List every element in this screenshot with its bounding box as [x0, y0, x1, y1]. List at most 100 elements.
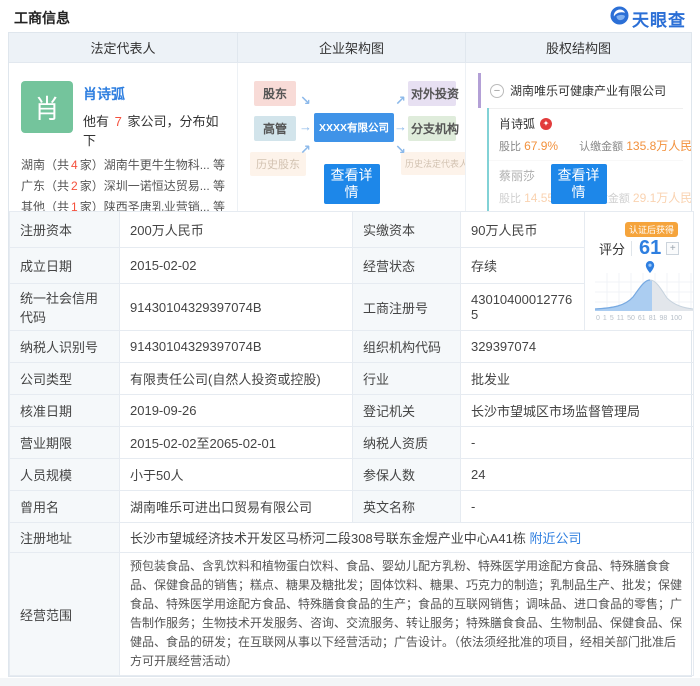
score-expand-button[interactable]: +	[666, 241, 680, 255]
nearby-companies-link[interactable]: 附近公司	[529, 531, 581, 546]
org-node-outbound-investment: 对外投资	[408, 81, 459, 106]
org-chart-cell: 股东 高管 历史股东 XXXX有限公司 对外投资 分支机构 历史法定代表人 ↘ …	[237, 63, 465, 211]
field-value: 430104000127765	[460, 283, 585, 331]
field-label: 登记机关	[352, 394, 461, 427]
org-node-history-shareholders: 历史股东	[250, 152, 306, 176]
view-equity-chart-button[interactable]: 查看详情	[550, 164, 607, 204]
titlebar: 工商信息 天眼查	[0, 0, 700, 32]
table-row: 核准日期 2019-09-26 登记机关 长沙市望城区市场监督管理局	[9, 394, 694, 427]
table-row: 人员规模 小于50人 参保人数 24	[9, 458, 694, 491]
legal-rep-distribution-list: 湖南（共 4 家）湖南牛更牛生物科... 等 广东（共 2 家）深圳一诺恒达贸易... …	[21, 155, 225, 211]
header-equity-chart: 股权结构图	[465, 33, 691, 62]
table-row: 营业期限 2015-02-02至2065-02-01 纳税人资质 -	[9, 426, 694, 459]
arrow-icon: →	[394, 119, 407, 134]
table-row: 注册地址 长沙市望城经济技术开发区马桥河二段308号联东金煜产业中心A41栋 附…	[9, 522, 694, 553]
field-label: 经营范围	[9, 552, 120, 676]
field-value: 329397074	[460, 330, 694, 363]
org-node-executives: 高管	[254, 116, 296, 141]
score-value: 61	[639, 236, 662, 259]
holder-ratio: 67.9%	[524, 139, 559, 153]
equity-root-company: 湖南唯乐可健康产业有限公司	[510, 84, 667, 98]
view-org-chart-button[interactable]: 查看详情	[323, 164, 380, 204]
field-label: 实缴资本	[352, 211, 461, 248]
field-label: 人员规模	[9, 458, 120, 491]
score-distribution-chart: 0 1 5 11 50 61 81 98 100	[594, 260, 694, 322]
business-info-panel: 法定代表人 企业架构图 股权结构图 肖 肖诗弧 他有 7 家公司，分布如下 湖南…	[8, 32, 694, 677]
field-value: 91430104329397074B	[119, 283, 353, 331]
score-label: 评分	[599, 241, 626, 257]
arrow-icon: ↘	[300, 93, 311, 108]
equity-root-row: − 湖南唯乐可健康产业有限公司	[478, 73, 683, 108]
field-label: 纳税人资质	[352, 426, 461, 459]
header-org-chart: 企业架构图	[237, 33, 465, 62]
company-count: 7	[114, 114, 122, 129]
score-widget: 认证后获得 评分 61 + 0 1 5 11 50 61 81 98 100	[584, 211, 694, 331]
legal-rep-name-link[interactable]: 肖诗弧	[83, 84, 225, 104]
field-value: 批发业	[460, 362, 694, 395]
list-item: 湖南（共 4 家）湖南牛更牛生物科... 等	[21, 158, 225, 172]
field-label: 纳税人识别号	[9, 330, 120, 363]
org-node-branches: 分支机构	[408, 116, 459, 141]
field-value: -	[460, 426, 694, 459]
field-value: 长沙市望城区市场监督管理局	[460, 394, 694, 427]
field-label: 参保人数	[352, 458, 461, 491]
field-label: 行业	[352, 362, 461, 395]
holder-amount: 135.8万人民币	[626, 139, 691, 153]
field-label: 经营状态	[352, 247, 461, 284]
legal-rep-summary: 他有 7 家公司，分布如下	[83, 114, 219, 148]
header-legal-rep: 法定代表人	[90, 41, 156, 56]
footer-strip	[0, 678, 700, 686]
field-label: 注册资本	[9, 211, 120, 248]
field-label: 注册地址	[9, 522, 120, 553]
holder-amount: 29.1万人民币	[632, 191, 691, 205]
holder-name: 蔡丽莎	[499, 169, 536, 183]
collapse-icon[interactable]: −	[490, 83, 504, 98]
field-value: 90万人民币	[460, 211, 585, 248]
field-label: 工商注册号	[352, 283, 461, 331]
org-node-company-center: XXXX有限公司	[314, 113, 394, 142]
field-label: 统一社会信用代码	[9, 283, 120, 331]
legal-rep-cell: 肖 肖诗弧 他有 7 家公司，分布如下 湖南（共 4 家）湖南牛更牛生物科... 等…	[9, 63, 237, 211]
legal-rep-head: 肖 肖诗弧 他有 7 家公司，分布如下	[21, 81, 225, 149]
list-item: 广东（共 2 家）深圳一诺恒达贸易... 等	[21, 179, 225, 193]
equity-chart-cell: − 湖南唯乐可健康产业有限公司 肖诗弧 ✦ 股比 67.9% 认缴金额 135.…	[465, 63, 691, 211]
table-row: 注册资本 200万人民币 实缴资本 90万人民币 认证后获得 评分 61 + 0…	[9, 211, 694, 331]
business-info-table: 注册资本 200万人民币 实缴资本 90万人民币 认证后获得 评分 61 + 0…	[9, 211, 694, 676]
business-scope-value: 预包装食品、含乳饮料和植物蛋白饮料、食品、婴幼儿配方乳粉、特殊医学用途配方食品、…	[119, 552, 694, 676]
org-node-shareholders: 股东	[254, 81, 296, 106]
score-axis: 0 1 5 11 50 61 81 98 100	[596, 314, 682, 322]
org-node-history-legal-rep: 历史法定代表人	[401, 152, 465, 175]
field-label: 成立日期	[9, 247, 120, 284]
field-value: 24	[460, 458, 694, 491]
list-item: 其他（共 1 家）陕西圣唐乳业营销... 等	[21, 200, 225, 211]
field-value: -	[460, 490, 694, 523]
field-value: 小于50人	[119, 458, 353, 491]
score-badge: 认证后获得	[625, 221, 679, 237]
field-value: 存续	[460, 247, 585, 284]
score-pin-icon	[645, 260, 655, 276]
arrow-icon: →	[299, 119, 312, 134]
field-value: 200万人民币	[119, 211, 353, 248]
top-section: 肖 肖诗弧 他有 7 家公司，分布如下 湖南（共 4 家）湖南牛更牛生物科... 等…	[9, 63, 691, 211]
arrow-icon: ↗	[395, 93, 406, 108]
tianyancha-logo[interactable]: 天眼查	[610, 6, 686, 31]
table-row: 经营范围 预包装食品、含乳饮料和植物蛋白饮料、食品、婴幼儿配方乳粉、特殊医学用途…	[9, 552, 694, 676]
field-label: 核准日期	[9, 394, 120, 427]
table-row: 纳税人识别号 91430104329397074B 组织机构代码 3293970…	[9, 330, 694, 363]
table-row: 曾用名 湖南唯乐可进出口贸易有限公司 英文名称 -	[9, 490, 694, 523]
tianyancha-logo-icon	[610, 6, 629, 30]
table-row: 公司类型 有限责任公司(自然人投资或控股) 行业 批发业	[9, 362, 694, 395]
arrow-icon: ↘	[395, 142, 406, 157]
field-value: 91430104329397074B	[119, 330, 353, 363]
field-label: 英文名称	[352, 490, 461, 523]
avatar: 肖	[21, 81, 73, 133]
page-title: 工商信息	[14, 10, 70, 26]
field-label: 组织机构代码	[352, 330, 461, 363]
registered-address: 长沙市望城经济技术开发区马桥河二段308号联东金煜产业中心A41栋 附近公司	[119, 522, 694, 553]
field-label: 曾用名	[9, 490, 120, 523]
arrow-icon: ↗	[300, 142, 311, 157]
field-value: 湖南唯乐可进出口贸易有限公司	[119, 490, 353, 523]
field-value: 2015-02-02至2065-02-01	[119, 426, 353, 459]
bell-curve-chart	[594, 272, 694, 311]
field-value: 有限责任公司(自然人投资或控股)	[119, 362, 353, 395]
